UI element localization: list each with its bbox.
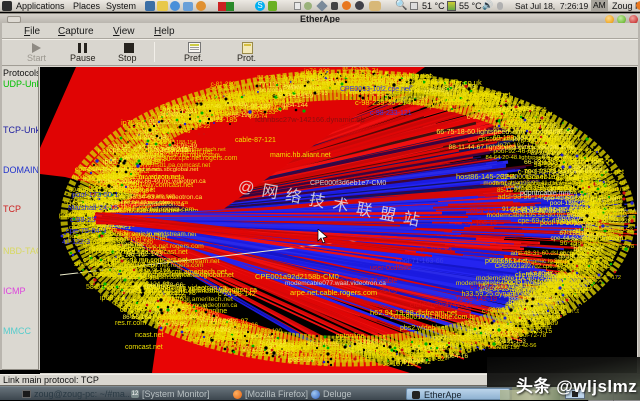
svg-text:ip98-167-1: ip98-167-1 [100,237,134,244]
svg-text:p6026561.net: p6026561.net [485,258,528,265]
svg-text:pool-70-109: pool-70-109 [540,220,577,227]
svg-text:cpe-64-97: cpe-64-97 [218,318,248,325]
svg-text:tiscali: tiscali [448,108,462,114]
svg-text:ip64-144: ip64-144 [282,102,308,109]
svg-text:comsernet: comsernet [210,334,243,341]
svg-text:sbcglobal: sbcglobal [123,281,148,287]
svg-text:c-70-118: c-70-118 [350,340,372,346]
svg-text:modemcable077.waat.videotron.c: modemcable077.waat.videotron.ca [285,280,386,287]
svg-text:91-164-24: 91-164-24 [583,182,611,188]
svg-text:ipconnect: ipconnect [300,80,329,87]
svg-text:73-46-220: 73-46-220 [191,97,216,103]
svg-text:pbs2.wldeblnet: pbs2.wldeblnet [400,325,447,332]
svg-text:audi.net.sa: audi.net.sa [185,326,219,333]
svg-text:ip90-61: ip90-61 [147,154,166,160]
svg-text:host.bell.ca: host.bell.ca [518,135,557,144]
svg-text:82.131.2.14.man.ee: 82.131.2.14.man.ee [537,155,604,164]
svg-text:69-1-1-37: 69-1-1-37 [470,208,500,215]
svg-text:ip95-122: ip95-122 [582,172,607,179]
svg-text:marcast.net: marcast.net [485,105,525,114]
svg-text:h62.94.19.98.dlsfream.net: h62.94.19.98.dlsfream.net [370,308,458,317]
svg-text:verizon.net: verizon.net [581,235,612,242]
svg-text:ip78-200: ip78-200 [118,172,142,178]
svg-text:fctnnbsc27w-142166.dynamic.bb: fctnnbsc27w-142166.dynamic.bb [255,115,365,124]
svg-text:69-152-78: 69-152-78 [608,244,634,250]
svg-text:i-194-1: i-194-1 [88,272,110,279]
svg-text:S0106006757ab3c93.cg.shawcable: S0106006757ab3c93.cg.shawcable.net [300,71,432,80]
svg-text:cox.net: cox.net [120,307,143,314]
svg-text:87-10-53: 87-10-53 [608,227,634,234]
svg-text:ipconnect: ipconnect [584,260,608,266]
svg-text:e-24-14: e-24-14 [90,260,114,267]
svg-text:clienf-86-27: clienf-86-27 [515,272,552,279]
svg-text:90-112-30: 90-112-30 [590,214,616,220]
svg-text:res.rr.com: res.rr.com [115,320,146,327]
svg-text:71-205-214: 71-205-214 [135,134,167,141]
svg-text:cpe-48-46: cpe-48-46 [306,355,338,362]
svg-text:c-66-117: c-66-117 [430,340,456,347]
svg-text:83-120-135: 83-120-135 [257,75,287,81]
svg-text:c-81-239: c-81-239 [211,81,236,88]
svg-text:83-99-38: 83-99-38 [547,279,569,285]
svg-text:c-98-239-30-214.hsd1.wv.comcas: c-98-239-30-214.hsd1.wv.comcast.net [355,98,483,107]
svg-text:pool-173-50-1: pool-173-50-1 [72,190,119,199]
svg-text:optonline: optonline [336,332,365,340]
svg-text:c-79-139: c-79-139 [577,245,604,252]
svg-text:c-98-233-121: c-98-233-121 [370,110,412,117]
svg-text:mamic.hb.aliant.net: mamic.hb.aliant.net [270,152,331,159]
svg-text:arpe.net.cable.rogers.com: arpe.net.cable.rogers.com [290,288,377,297]
svg-text:c-75-72-200: c-75-72-200 [470,284,508,291]
svg-text:comcast.net: comcast.net [113,268,144,274]
svg-text:c-70-135: c-70-135 [108,144,130,150]
svg-text:cpe-29-94: cpe-29-94 [293,88,323,95]
svg-text:ip68-4-1: ip68-4-1 [100,295,126,302]
svg-text:58-51-22: 58-51-22 [86,284,114,291]
svg-text:pool-103-23: pool-103-23 [480,341,514,348]
svg-text:176-167-2: 176-167-2 [98,248,130,255]
svg-text:ip81-250: ip81-250 [159,301,183,307]
svg-text:63-78-215: 63-78-215 [156,146,188,154]
svg-text:Marshall-24-15: Marshall-24-15 [68,203,118,212]
svg-text:ipbb-2.osaka: ipbb-2.osaka [170,315,210,322]
svg-text:ip64-16: ip64-16 [446,353,469,360]
svg-text:ip99-35: ip99-35 [192,112,216,120]
svg-text:c-66-103: c-66-103 [561,256,587,263]
svg-text:user-0cdfa86: user-0cdfa86 [370,265,411,272]
svg-text:67-61-1: 67-61-1 [510,207,534,214]
svg-text:pool-178-66: pool-178-66 [147,282,183,289]
svg-text:eyonder.co.uk: eyonder.co.uk [435,78,482,87]
svg-text:c-95-153: c-95-153 [598,201,623,208]
svg-text:CPE0013-10f2.cpe.net: CPE0013-10f2.cpe.net [340,86,411,93]
svg-text:cable-87-121: cable-87-121 [235,137,276,144]
svg-text:41-122-3: 41-122-3 [62,239,90,246]
svg-text:c-88-199-16.hsd1.wv.comcast.ne: c-88-199-16.hsd1.wv.comcast.net [482,308,579,315]
svg-text:c-66-180: c-66-180 [190,104,212,110]
svg-text:ncast.net: ncast.net [135,332,163,339]
svg-text:pdpntrcable.mnt: pdpntrcable.mnt [520,190,570,197]
svg-text:c-24-98-142: c-24-98-142 [218,291,256,298]
svg-text:CPE000f3d6eb1e7-CM0: CPE000f3d6eb1e7-CM0 [310,180,386,187]
svg-text:ip79-140: ip79-140 [402,358,428,365]
svg-text:92-142-55: 92-142-55 [521,107,546,113]
svg-text:virginm: virginm [274,346,294,353]
svg-text:ncmcast.net: ncmcast.net [470,90,511,99]
svg-text:host86-145-232-4: host86-145-232-4 [456,172,515,181]
svg-text:optonline: optonline [172,125,198,132]
svg-text:comcast.net: comcast.net [125,344,163,351]
svg-text:72-219-161: 72-219-161 [235,91,270,98]
svg-text:ns18.btx.ca: ns18.btx.ca [502,120,541,129]
